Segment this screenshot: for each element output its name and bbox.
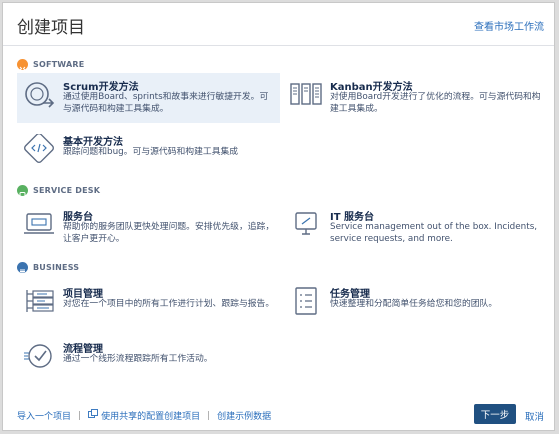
template-description: 通过使用Board、sprints和故事来进行敏捷开发。可与源代码和构建工具集成… <box>63 92 269 114</box>
process-management-icon <box>23 341 55 371</box>
template-kanban[interactable]: Kanban开发方法 对使用Board开发进行了优化的流程。可与源代码和构建工具… <box>284 73 546 123</box>
next-button[interactable]: 下一步 <box>474 404 516 424</box>
import-project-link[interactable]: 导入一个项目 <box>17 409 71 422</box>
business-section-icon <box>17 261 28 273</box>
project-management-icon <box>23 286 55 316</box>
scrum-icon <box>23 79 55 109</box>
task-management-icon <box>290 286 322 316</box>
code-icon <box>23 132 55 164</box>
dialog-title: 创建项目 <box>17 18 85 38</box>
sample-data-link[interactable]: 创建示例数据 <box>217 409 271 422</box>
section-label: SERVICE DESK <box>33 185 101 195</box>
template-description: 通过一个线形流程跟踪所有工作活动。 <box>63 354 213 364</box>
create-project-dialog: 创建项目 查看市场工作流 SOFTWARE Scrum开发方法 通过使用Boar… <box>2 2 555 431</box>
template-description: 帮助你的服务团队更快处理问题。安排优先级，追踪，让客户更开心。 <box>63 222 275 244</box>
section-service-desk: SERVICE DESK <box>17 183 100 197</box>
template-basic[interactable]: 基本开发方法 跟踪问题和bug。可与源代码和构建工具集成 <box>17 128 280 174</box>
template-description: Service management out of the box. Incid… <box>330 222 538 244</box>
template-task-management[interactable]: 任务管理 快速整理和分配简单任务给您和您的团队。 <box>284 280 546 328</box>
shared-config-link[interactable]: 使用共享的配置创建项目 <box>101 409 200 422</box>
template-description: 对使用Board开发进行了优化的流程。可与源代码和构建工具集成。 <box>330 92 541 114</box>
template-service-desk[interactable]: 服务台 帮助你的服务团队更快处理问题。安排优先级，追踪，让客户更开心。 <box>17 203 280 251</box>
dialog-header: 创建项目 查看市场工作流 <box>3 3 554 46</box>
service-desk-icon <box>23 209 55 239</box>
section-label: BUSINESS <box>33 262 80 272</box>
template-description: 快速整理和分配简单任务给您和您的团队。 <box>330 299 498 309</box>
cancel-link[interactable]: 取消 <box>525 409 544 423</box>
software-icon <box>17 58 28 70</box>
separator: | <box>78 410 82 421</box>
section-business: BUSINESS <box>17 260 79 274</box>
section-label: SOFTWARE <box>33 59 85 69</box>
template-description: 对您在一个项目中的所有工作进行计划、跟踪与报告。 <box>63 299 275 309</box>
marketplace-link[interactable]: 查看市场工作流 <box>474 18 544 33</box>
template-it-service-desk[interactable]: IT 服务台 Service management out of the box… <box>284 203 546 251</box>
shared-config-icon <box>88 409 99 422</box>
it-service-icon <box>290 209 322 239</box>
dialog-footer: 导入一个项目 | 使用共享的配置创建项目 | 创建示例数据 下一步 取消 <box>3 400 554 430</box>
footer-links: 导入一个项目 | 使用共享的配置创建项目 | 创建示例数据 <box>17 409 271 422</box>
template-process-management[interactable]: 流程管理 通过一个线形流程跟踪所有工作活动。 <box>17 335 280 381</box>
template-description: 跟踪问题和bug。可与源代码和构建工具集成 <box>63 147 239 157</box>
separator: | <box>207 410 211 421</box>
template-scrum[interactable]: Scrum开发方法 通过使用Board、sprints和故事来进行敏捷开发。可与… <box>17 73 280 123</box>
service-desk-section-icon <box>17 184 28 197</box>
template-project-management[interactable]: 项目管理 对您在一个项目中的所有工作进行计划、跟踪与报告。 <box>17 280 280 328</box>
section-software: SOFTWARE <box>17 57 84 71</box>
kanban-icon <box>290 79 322 109</box>
